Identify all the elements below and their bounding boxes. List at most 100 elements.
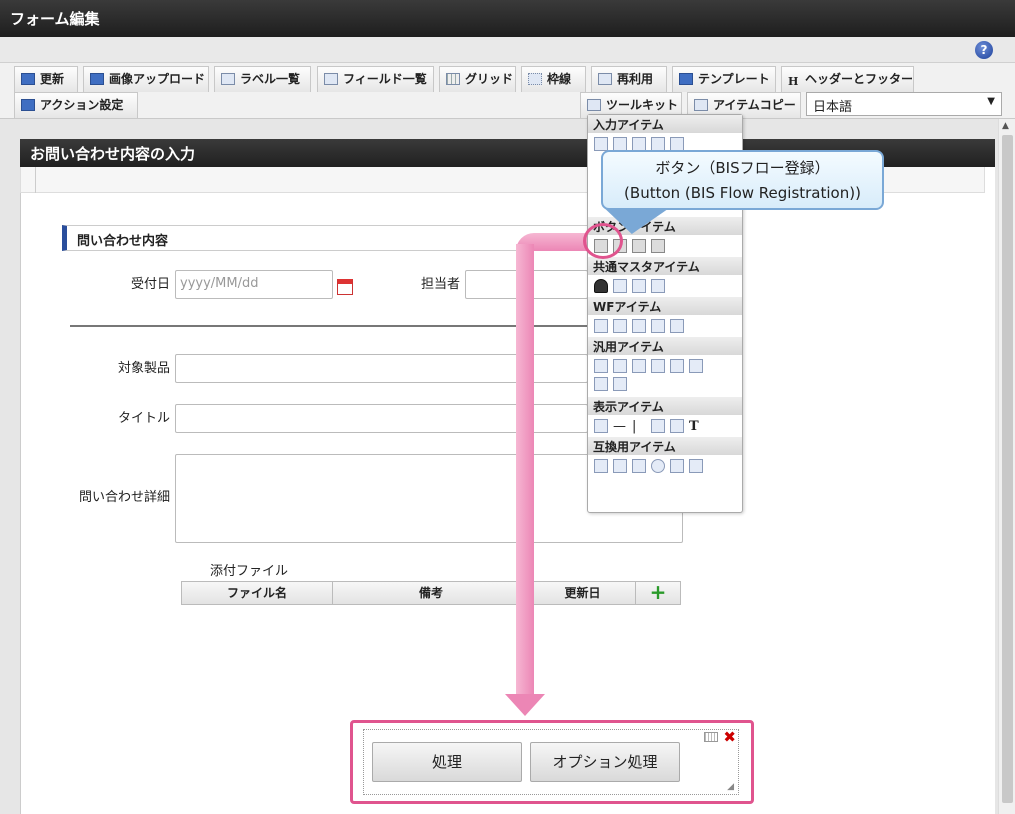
tooltip: ボタン（BISフロー登録） (Button (BIS Flow Registra… — [601, 150, 884, 210]
tooltip-line1: ボタン（BISフロー登録） — [655, 159, 830, 177]
multi-list-item-icon[interactable] — [689, 458, 703, 473]
toolbar: 更新 画像アップロード ラベル一覧 フィールド一覧 グリッド 枠線 再利用 テン… — [0, 63, 1015, 119]
scroll-thumb[interactable] — [1002, 135, 1013, 803]
stamp-item-icon[interactable] — [670, 318, 684, 333]
item-copy-icon — [694, 99, 708, 111]
reuse-button[interactable]: 再利用 — [591, 66, 667, 92]
textbox-item-icon[interactable] — [594, 136, 608, 151]
lock-item-icon[interactable] — [651, 358, 665, 373]
option-process-button[interactable]: オプション処理 — [530, 742, 680, 782]
position-item-icon[interactable] — [632, 278, 646, 293]
listbox-item-icon[interactable] — [670, 458, 684, 473]
attachment-table-header: ファイル名 備考 更新日 + — [181, 581, 681, 605]
horizontal-line-item-icon[interactable]: — — [613, 419, 627, 434]
vertical-line-item-icon[interactable]: | — [632, 419, 646, 434]
header-footer-button[interactable]: H ヘッダーとフッター — [781, 66, 914, 92]
palette-general-items — [588, 355, 742, 397]
action-settings-button[interactable]: アクション設定 — [14, 92, 138, 118]
back-button-icon[interactable] — [632, 238, 646, 253]
label-list-button[interactable]: ラベル一覧 — [214, 66, 311, 92]
action-settings-icon — [21, 99, 35, 111]
language-select[interactable]: 日本語 ▼ — [806, 92, 1002, 116]
column-updated: 更新日 — [530, 582, 636, 604]
person-label: 担当者 — [420, 277, 460, 292]
update-icon — [21, 73, 35, 85]
image-item-icon[interactable] — [632, 318, 646, 333]
palette-section-wf: WFアイテム — [588, 297, 742, 315]
plus-icon: + — [649, 580, 667, 604]
palette-section-display: 表示アイテム — [588, 397, 742, 415]
title-label: タイトル — [117, 411, 170, 426]
palette-master-items — [588, 275, 742, 297]
scroll-up-icon[interactable]: ▲ — [1002, 121, 1009, 131]
clipboard-item-icon[interactable] — [594, 318, 608, 333]
label-list-icon — [221, 73, 235, 85]
button-container[interactable]: 処理 オプション処理 ✖ ◢ — [363, 728, 739, 795]
list-item-icon[interactable] — [594, 377, 608, 391]
attachment-item-icon[interactable] — [613, 318, 627, 333]
history-item-icon[interactable] — [651, 318, 665, 333]
download-item-icon[interactable] — [689, 358, 703, 373]
company-item-icon[interactable] — [651, 278, 665, 293]
image-upload-button[interactable]: 画像アップロード — [83, 66, 209, 92]
table-item-icon[interactable] — [613, 458, 627, 473]
arrow-connector-vertical — [516, 244, 534, 696]
user-item-icon[interactable] — [594, 278, 608, 293]
help-icon[interactable]: ? — [975, 41, 993, 59]
palette-section-general: 汎用アイテム — [588, 337, 742, 355]
text-item-icon[interactable]: T — [689, 419, 703, 434]
datetime-item-icon[interactable] — [670, 136, 684, 151]
grid-icon[interactable] — [704, 732, 718, 742]
header-footer-icon: H — [788, 75, 799, 88]
upload-item-icon[interactable] — [670, 358, 684, 373]
number-item-icon[interactable] — [613, 136, 627, 151]
grid-icon — [446, 73, 460, 85]
process-button[interactable]: 処理 — [372, 742, 522, 782]
palette-wf-items — [588, 315, 742, 337]
return-button-icon[interactable] — [651, 238, 665, 253]
calendar-icon[interactable] — [337, 279, 353, 295]
radio-item-icon[interactable] — [651, 458, 665, 473]
picture-item-icon[interactable] — [670, 418, 684, 433]
resize-handle-icon[interactable]: ◢ — [727, 782, 734, 792]
update-button[interactable]: 更新 — [14, 66, 78, 92]
vertical-scrollbar[interactable]: ▲ — [998, 119, 1015, 814]
select-item-icon[interactable] — [594, 458, 608, 473]
checkbox-item-icon[interactable] — [632, 458, 646, 473]
arrow-head — [505, 694, 545, 716]
image-upload-icon — [90, 73, 104, 85]
toolkit-icon — [587, 99, 601, 111]
barcode-item-icon[interactable] — [594, 358, 608, 373]
divider — [35, 167, 36, 193]
date-item-icon[interactable] — [651, 136, 665, 151]
palette-section-input: 入力アイテム — [588, 115, 742, 133]
camera-item-icon[interactable] — [632, 358, 646, 373]
border-icon — [528, 73, 542, 85]
template-button[interactable]: テンプレート — [672, 66, 776, 92]
palette-compat-items — [588, 455, 742, 477]
palette-section-master: 共通マスタアイテム — [588, 257, 742, 275]
grid-button[interactable]: グリッド — [439, 66, 516, 92]
media-item-icon[interactable] — [613, 377, 627, 391]
tooltip-line2: (Button (BIS Flow Registration)) — [624, 184, 861, 202]
border-button[interactable]: 枠線 — [521, 66, 586, 92]
formula-item-icon[interactable] — [632, 136, 646, 151]
chevron-down-icon: ▼ — [987, 96, 995, 107]
palette-section-compat: 互換用アイテム — [588, 437, 742, 455]
reuse-icon — [598, 73, 612, 85]
help-strip: ? — [0, 37, 1015, 63]
field-list-button[interactable]: フィールド一覧 — [317, 66, 434, 92]
window-title: フォーム編集 — [0, 0, 1015, 37]
label-item-icon[interactable] — [594, 418, 608, 433]
add-attachment-button[interactable]: + — [636, 582, 680, 604]
field-list-icon — [324, 73, 338, 85]
organization-item-icon[interactable] — [613, 278, 627, 293]
close-icon[interactable]: ✖ — [723, 728, 736, 746]
box-item-icon[interactable] — [651, 418, 665, 433]
product-label: 対象製品 — [117, 361, 170, 376]
received-date-input[interactable]: yyyy/MM/dd — [175, 270, 333, 299]
group-title: 問い合わせ内容 — [62, 225, 592, 251]
document-item-icon[interactable] — [613, 358, 627, 373]
detail-label: 問い合わせ詳細 — [78, 490, 170, 505]
received-date-label: 受付日 — [130, 277, 170, 292]
